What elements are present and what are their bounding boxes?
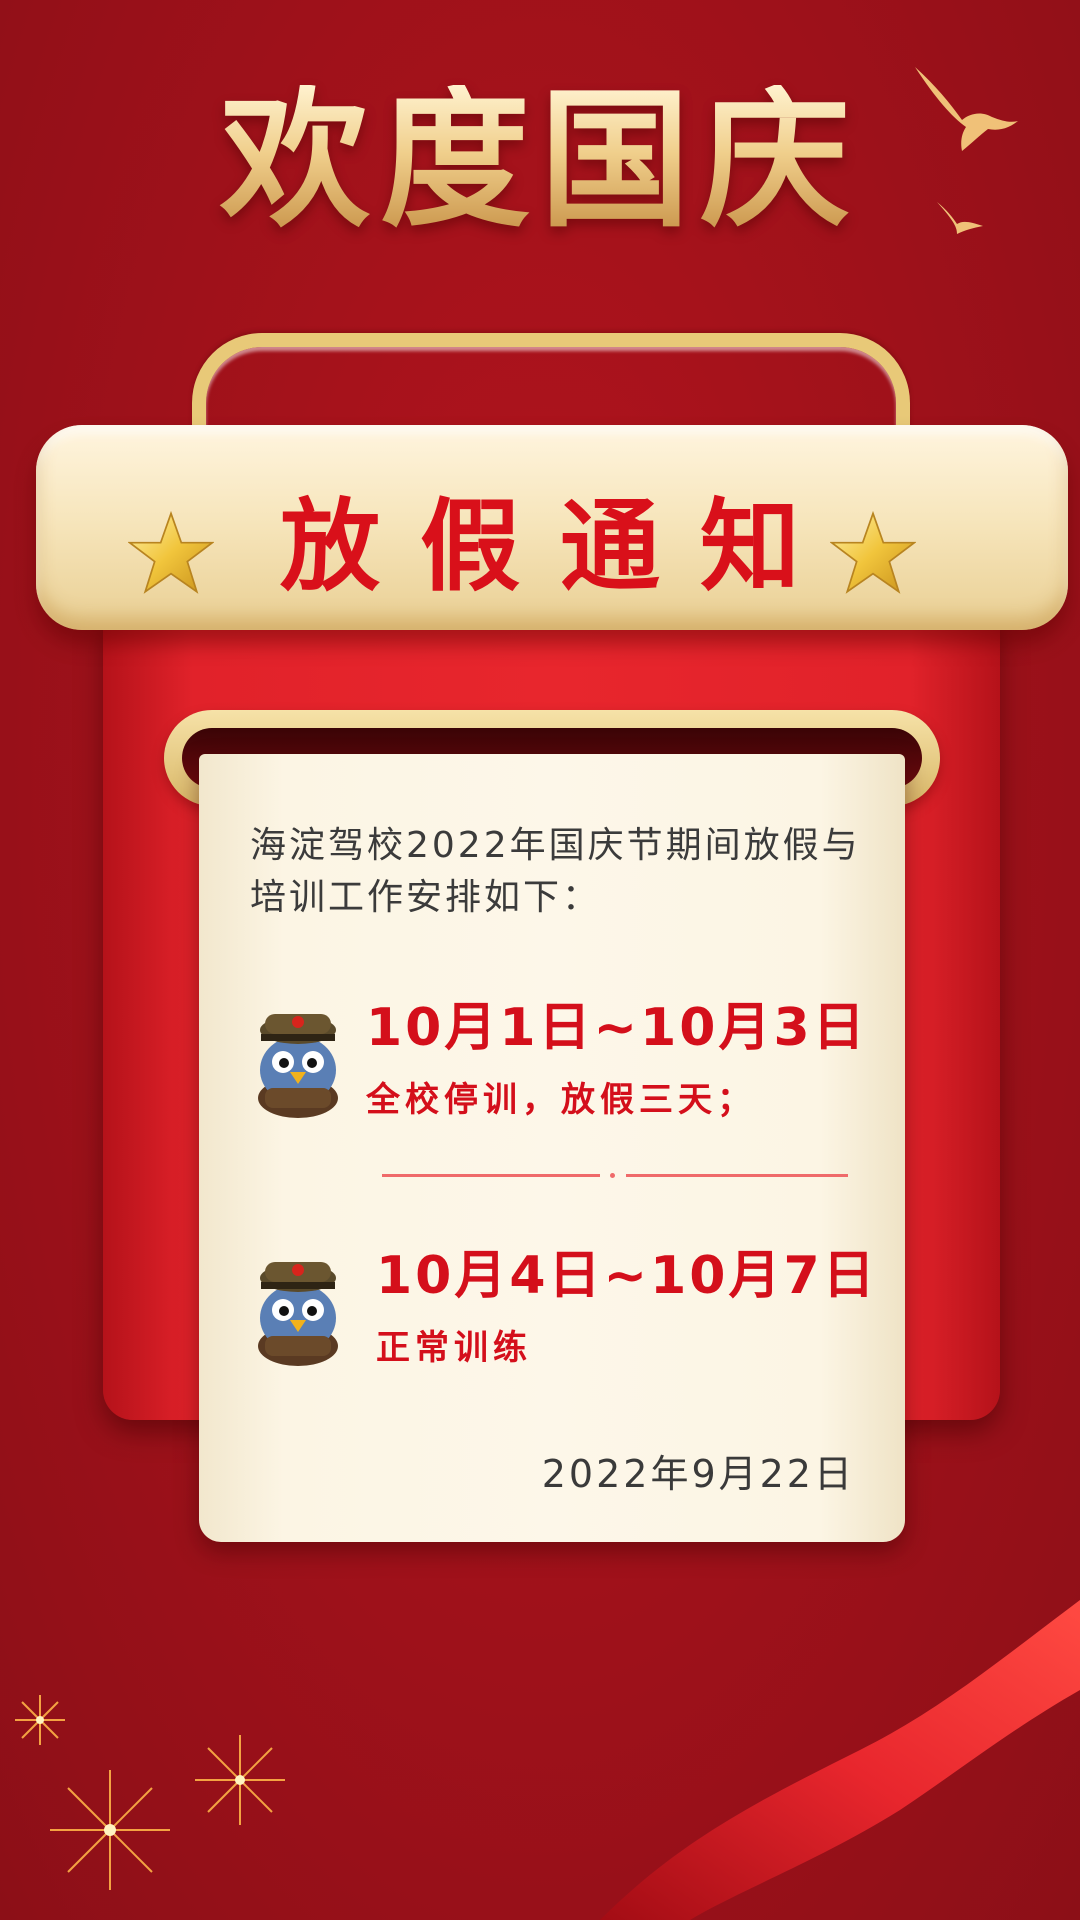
training-description: 正常训练 — [376, 1328, 532, 1368]
holiday-description: 全校停训，放假三天； — [366, 1080, 756, 1120]
notice-heading: 放假通知 — [280, 488, 840, 605]
poster: 欢度国庆 放假通知 海淀驾校2022年国庆节期间放假与培训工作安排如下： 10月… — [0, 0, 1080, 1920]
notice-date: 2022年9月22日 — [541, 1452, 855, 1496]
fireworks-icon — [15, 1695, 285, 1890]
ribbon-icon — [600, 1600, 1080, 1920]
notice-intro: 海淀驾校2022年国庆节期间放假与培训工作安排如下： — [250, 825, 861, 918]
star-icon — [830, 510, 916, 594]
mascot-icon — [258, 1262, 338, 1366]
training-date-range: 10月4日~10月7日 — [376, 1246, 878, 1306]
holiday-date-range: 10月1日~10月3日 — [366, 998, 868, 1058]
eagle-icon — [915, 67, 1018, 151]
eagle-icon — [937, 202, 983, 234]
divider — [382, 1172, 848, 1178]
mascot-icon — [258, 1014, 338, 1118]
